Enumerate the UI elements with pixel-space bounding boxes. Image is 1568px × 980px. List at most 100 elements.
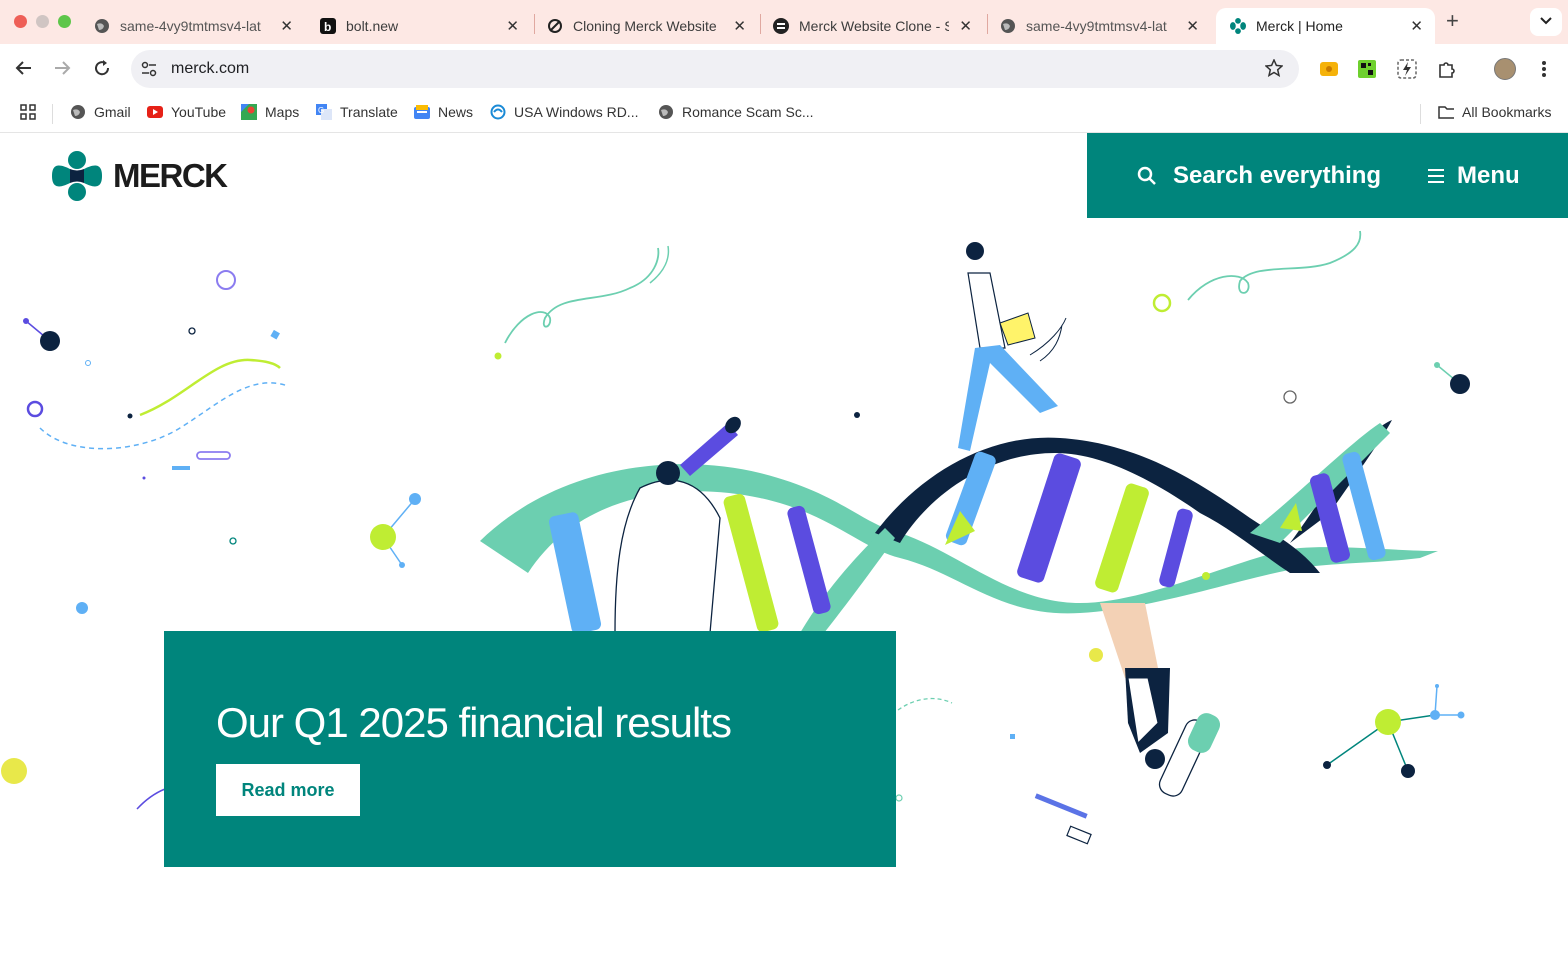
bookmark-label: Gmail [94,104,131,120]
legs [1100,603,1160,678]
head [656,461,680,485]
deco-dot [142,476,146,480]
bookmark-maps[interactable]: Maps [241,104,299,120]
reload-icon [93,59,111,82]
bookmark-separator [1420,104,1421,124]
svg-text:b: b [324,20,331,34]
deco-pill [196,451,231,460]
bookmark-gmail[interactable]: Gmail [70,104,131,120]
browser-tab[interactable]: same-4vy9tmtmsv4-lat ✕ [80,8,305,44]
tab-strip: same-4vy9tmtmsv4-lat ✕ b bolt.new ✕ Clon… [0,0,1568,44]
arrow-right-icon [53,59,71,82]
scientist-walking [958,242,1067,451]
globe-icon [658,104,674,120]
globe-icon [94,18,110,34]
same-icon [773,18,789,34]
new-tab-button[interactable]: + [1446,8,1459,34]
close-tab-icon[interactable]: ✕ [506,17,519,35]
browser-tab-active[interactable]: Merck | Home ✕ [1216,8,1435,44]
extension-coupon-icon[interactable] [1318,58,1340,80]
bookmark-rdp[interactable]: USA Windows RD... [490,104,638,120]
bookmark-separator [52,104,53,124]
hero-card: Our Q1 2025 financial results Read more [164,631,896,867]
tab-title: same-4vy9tmtmsv4-lat [120,18,261,34]
tab-search-button[interactable] [1530,8,1562,36]
arrow-left-icon [15,59,33,82]
deco-ring [216,270,236,290]
tab-title: Cloning Merck Website [573,18,717,34]
deco-swirl [504,247,660,344]
deco-dot [1434,362,1440,368]
tab-title: Merck Website Clone - S [799,18,949,34]
deco-wave-lime [139,358,281,417]
forward-button[interactable] [48,56,76,84]
maps-icon [241,104,257,120]
deco-pill [1066,825,1092,845]
bookmarks-bar: Gmail YouTube Maps G Translate News USA … [0,96,1568,133]
close-window-button[interactable] [14,15,27,28]
profile-avatar[interactable] [1494,58,1516,80]
menu-button[interactable]: Menu [1427,133,1520,218]
all-bookmarks-button[interactable]: All Bookmarks [1438,104,1551,120]
site-info-icon[interactable] [141,61,157,82]
bookmark-romance-scam[interactable]: Romance Scam Sc... [658,104,814,120]
deco-dot [494,352,502,360]
bookmark-news[interactable]: News [414,104,473,120]
close-tab-icon[interactable]: ✕ [280,17,293,35]
minimize-window-button[interactable] [36,15,49,28]
browser-tab[interactable]: Merck Website Clone - S ✕ [759,8,984,44]
head [1145,749,1165,769]
maximize-window-button[interactable] [58,15,71,28]
browser-tab[interactable]: same-4vy9tmtmsv4-lat ✕ [986,8,1211,44]
browser-toolbar: merck.com [0,44,1568,96]
deco-dot [1202,572,1210,580]
bookmark-star-icon[interactable] [1264,58,1284,82]
hamburger-icon [1427,168,1445,184]
bookmark-label: Maps [265,104,300,120]
search-button[interactable]: Search everything [1137,133,1381,218]
close-tab-icon[interactable]: ✕ [733,17,746,35]
extensions-puzzle-icon[interactable] [1436,58,1458,80]
read-more-button[interactable]: Read more [216,764,360,816]
scientist-telescope [614,416,741,634]
deco-dot [1,758,27,784]
close-tab-icon[interactable]: ✕ [1186,17,1199,35]
close-tab-icon[interactable]: ✕ [1410,17,1423,35]
youtube-icon [147,104,163,120]
browser-tab[interactable]: Cloning Merck Website ✕ [533,8,758,44]
reload-button[interactable] [88,56,116,84]
deco-dot [23,318,29,324]
extension-qr-icon[interactable] [1356,58,1378,80]
deco-ring [85,360,91,366]
bookmark-label: USA Windows RD... [514,104,639,120]
logo-wordmark: MERCK [113,157,228,194]
deco-ring [1152,293,1172,313]
merck-logo-icon [52,151,102,201]
browser-tab[interactable]: b bolt.new ✕ [306,8,531,44]
bookmark-translate[interactable]: G Translate [316,104,398,120]
bolt-icon: b [320,18,336,34]
address-bar[interactable]: merck.com [131,50,1299,88]
bookmark-youtube[interactable]: YouTube [147,104,226,120]
deco-dot [399,562,405,568]
tab-title: bolt.new [346,18,399,34]
url-text: merck.com [171,60,250,77]
bookmark-label: YouTube [171,104,227,120]
deco-bar [1034,793,1088,819]
deco-swirl [1187,230,1362,301]
deco-dot [1450,374,1470,394]
extension-flash-icon[interactable] [1396,58,1418,80]
merck-logo[interactable]: MERCK [52,151,228,201]
deco-dash [1010,734,1015,739]
more-menu-icon[interactable] [1533,58,1555,80]
close-tab-icon[interactable]: ✕ [959,17,972,35]
rdp-icon [490,104,506,120]
deco-dot [40,331,60,351]
news-icon [414,104,430,120]
lab-coat [614,479,721,634]
browser-chrome: same-4vy9tmtmsv4-lat ✕ b bolt.new ✕ Clon… [0,0,1568,133]
deco-dot [1089,648,1103,662]
bookmark-label: News [438,104,474,120]
back-button[interactable] [10,56,38,84]
apps-grid-icon[interactable] [20,104,36,120]
